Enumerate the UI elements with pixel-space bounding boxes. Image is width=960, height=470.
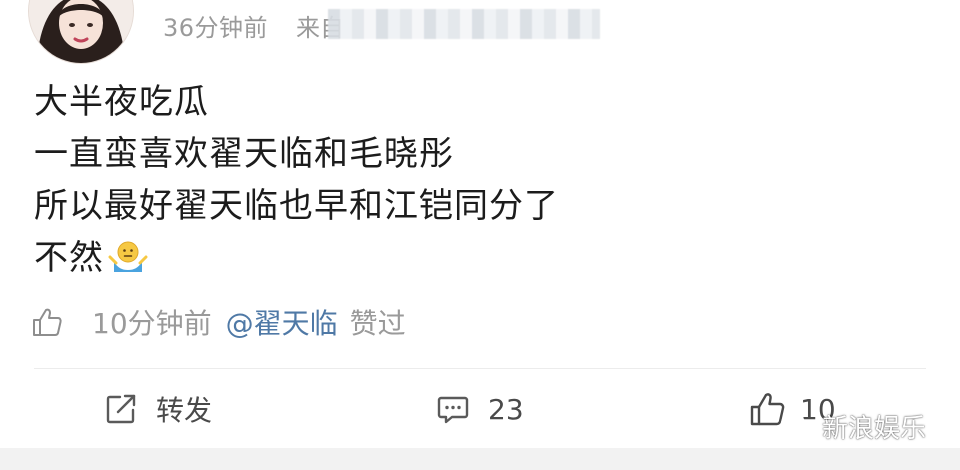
- watermark-label: 新浪娱乐: [822, 413, 927, 444]
- like-notice: 10分钟前 @翟天临 赞过: [30, 300, 406, 344]
- divider: [34, 368, 926, 369]
- liked-by-user-link[interactable]: @翟天临: [226, 302, 338, 342]
- shrug-emoji-icon: [108, 238, 148, 274]
- post-line-4: 不然: [34, 232, 559, 284]
- thumbs-up-outline-icon: [33, 308, 62, 336]
- like-time: 10分钟前: [92, 307, 212, 340]
- watermark: 新浪娱乐: [780, 406, 926, 446]
- comment-button[interactable]: 23: [436, 388, 524, 430]
- wechat-icon: [781, 413, 812, 438]
- post-line-4-text: 不然: [34, 238, 104, 278]
- liked-label: 赞过: [349, 307, 406, 340]
- comment-count: 23: [488, 392, 524, 426]
- post-body: 大半夜吃瓜 一直蛮喜欢翟天临和毛晓彤 所以最好翟天临也早和江铠同分了 不然: [34, 76, 559, 284]
- post-line-1: 大半夜吃瓜: [34, 82, 209, 122]
- comment-icon: [437, 396, 469, 424]
- bottom-band: [0, 448, 960, 470]
- post-line-2: 一直蛮喜欢翟天临和毛晓彤: [34, 134, 454, 174]
- avatar[interactable]: [28, 0, 134, 64]
- repost-icon: [106, 394, 136, 424]
- repost-label: 转发: [156, 394, 213, 427]
- post-line-3: 所以最好翟天临也早和江铠同分了: [34, 186, 559, 226]
- avatar-portrait: [29, 0, 133, 63]
- post-time: 36分钟前: [163, 14, 269, 42]
- repost-button[interactable]: 转发: [104, 388, 212, 430]
- blurred-source: [328, 9, 600, 39]
